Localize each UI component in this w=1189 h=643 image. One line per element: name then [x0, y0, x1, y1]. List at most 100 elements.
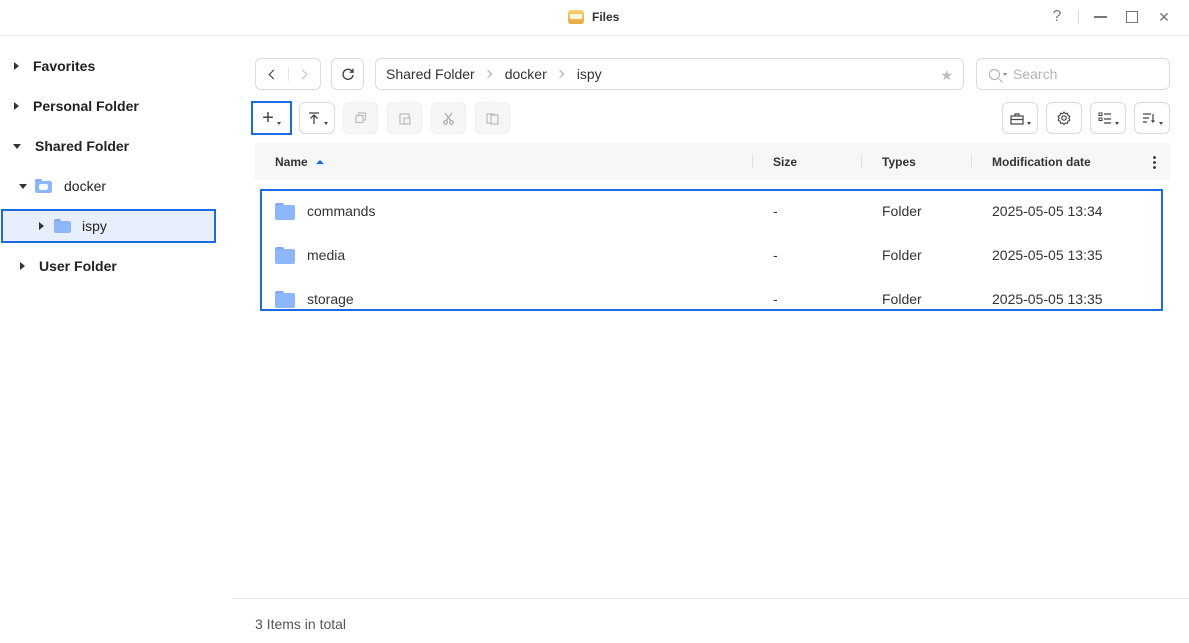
search-box[interactable] — [976, 58, 1170, 90]
star-icon[interactable]: ★ — [940, 67, 953, 84]
settings-button[interactable] — [1046, 102, 1082, 134]
column-header-label: Name — [275, 155, 308, 169]
status-bar: 3 Items in total — [232, 598, 1189, 643]
expand-caret-icon[interactable] — [14, 102, 19, 110]
sidebar-item-user-folder[interactable]: User Folder — [0, 249, 232, 283]
column-divider[interactable] — [861, 154, 862, 168]
back-button[interactable] — [256, 59, 288, 89]
search-input[interactable] — [1013, 66, 1153, 82]
sort-button[interactable] — [1134, 102, 1170, 134]
column-header-modification-date[interactable]: Modification date — [992, 155, 1091, 169]
column-header-name[interactable]: Name — [275, 155, 324, 169]
sort-icon — [1142, 113, 1155, 123]
maximize-icon — [1126, 11, 1138, 23]
column-header-types[interactable]: Types — [882, 155, 916, 169]
column-divider[interactable] — [752, 154, 753, 168]
sidebar-item-label: docker — [64, 178, 107, 194]
shared-folder-icon — [35, 179, 52, 193]
breadcrumb-separator-icon — [555, 69, 564, 79]
sidebar-item-docker[interactable]: docker — [0, 169, 232, 203]
breadcrumb-shared-folder[interactable]: Shared Folder — [386, 66, 475, 82]
file-size: - — [773, 247, 778, 263]
app-title: Files — [568, 8, 619, 26]
breadcrumb-ispy[interactable]: ispy — [577, 66, 602, 82]
files-app-icon — [568, 10, 584, 24]
sidebar-item-personal-folder[interactable]: Personal Folder — [0, 89, 232, 123]
close-button[interactable]: ✕ — [1153, 6, 1175, 28]
collapse-caret-icon[interactable] — [19, 183, 27, 189]
item-count: 3 Items in total — [255, 616, 347, 632]
sidebar-item-ispy[interactable]: ispy — [1, 209, 216, 243]
upload-dropdown-caret-icon — [323, 121, 328, 125]
sidebar: Favorites Personal Folder Shared Folder … — [0, 37, 232, 643]
refresh-button[interactable] — [331, 58, 364, 90]
file-type: Folder — [882, 291, 922, 307]
sidebar-item-label: User Folder — [39, 258, 117, 274]
title-bar: Files ? ✕ — [0, 0, 1189, 36]
window-controls: ? ✕ — [1036, 6, 1175, 28]
more-options-icon[interactable] — [1153, 155, 1156, 169]
sidebar-item-favorites[interactable]: Favorites — [0, 49, 232, 83]
view-mode-button[interactable] — [1090, 102, 1126, 134]
table-row[interactable]: commands - Folder 2025-05-05 13:34 — [255, 189, 1170, 233]
minimize-icon — [1093, 16, 1107, 18]
file-type: Folder — [882, 203, 922, 219]
file-size: - — [773, 203, 778, 219]
file-modified: 2025-05-05 13:35 — [992, 291, 1103, 307]
file-modified: 2025-05-05 13:35 — [992, 247, 1103, 263]
expand-caret-icon[interactable] — [14, 62, 19, 70]
upload-button[interactable] — [299, 102, 335, 134]
archive-button[interactable] — [475, 102, 510, 134]
tools-dropdown-caret-icon — [1026, 121, 1031, 125]
search-icon — [989, 68, 1000, 80]
search-options-caret-icon[interactable] — [1003, 72, 1007, 76]
paste-button[interactable] — [387, 102, 422, 134]
close-icon: ✕ — [1158, 8, 1170, 25]
file-name: commands — [307, 203, 376, 219]
maximize-button[interactable] — [1121, 6, 1143, 28]
expand-caret-icon[interactable] — [39, 222, 44, 230]
minimize-button[interactable] — [1089, 6, 1111, 28]
create-button[interactable]: + — [251, 101, 292, 135]
column-divider[interactable] — [971, 154, 972, 168]
toolbox-icon — [1009, 112, 1024, 125]
upload-icon — [308, 112, 319, 124]
copy-icon — [354, 112, 366, 124]
sidebar-item-label: Shared Folder — [35, 138, 130, 154]
file-type: Folder — [882, 247, 922, 263]
table-row[interactable]: media - Folder 2025-05-05 13:35 — [255, 233, 1170, 277]
breadcrumb-docker[interactable]: docker — [505, 66, 547, 82]
navigation-buttons — [255, 58, 321, 90]
breadcrumb-separator-icon — [483, 69, 492, 79]
column-header-size[interactable]: Size — [773, 155, 797, 169]
window-controls-divider — [1078, 10, 1079, 24]
path-bar[interactable]: Shared Folder docker ispy ★ — [375, 58, 964, 90]
table-header: Name Size Types Modification date — [255, 143, 1170, 180]
sidebar-item-label: Personal Folder — [33, 98, 139, 114]
archive-icon — [486, 112, 499, 125]
paste-icon — [398, 112, 411, 125]
sort-ascending-icon — [315, 160, 324, 164]
table-row[interactable]: storage - Folder 2025-05-05 13:35 — [255, 277, 1170, 321]
folder-icon — [275, 203, 295, 220]
file-name: media — [307, 247, 346, 263]
list-view-icon — [1098, 112, 1111, 124]
chevron-right-icon — [297, 69, 308, 79]
view-dropdown-caret-icon — [1114, 121, 1119, 125]
cut-button[interactable] — [431, 102, 466, 134]
folder-icon — [275, 291, 295, 308]
plus-icon: + — [262, 107, 274, 129]
help-icon: ? — [1052, 8, 1062, 25]
copy-button[interactable] — [343, 102, 378, 134]
main-panel: Shared Folder docker ispy ★ + — [232, 37, 1189, 643]
file-size: - — [773, 291, 778, 307]
create-dropdown-caret-icon — [276, 121, 281, 125]
help-button[interactable]: ? — [1046, 6, 1068, 28]
expand-caret-icon[interactable] — [20, 262, 25, 270]
file-modified: 2025-05-05 13:34 — [992, 203, 1103, 219]
window-title: Files — [592, 10, 620, 24]
tools-button[interactable] — [1002, 102, 1038, 134]
sidebar-item-shared-folder[interactable]: Shared Folder — [0, 129, 232, 163]
collapse-caret-icon[interactable] — [13, 143, 21, 149]
forward-button[interactable] — [288, 59, 320, 89]
